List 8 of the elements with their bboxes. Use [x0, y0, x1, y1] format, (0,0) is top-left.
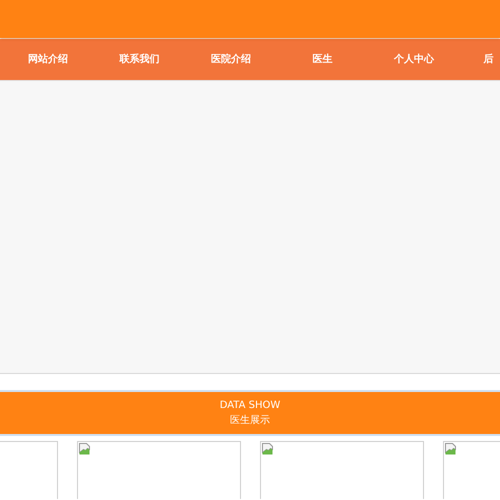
nav-link[interactable]: 医院介绍	[185, 39, 276, 80]
section-subtitle: 医生展示	[230, 414, 270, 428]
section-title: DATA SHOW	[220, 399, 280, 413]
nav-link[interactable]: 后	[484, 39, 494, 80]
nav-link[interactable]: 医生	[276, 39, 368, 80]
nav-link[interactable]: 个人中心	[368, 39, 460, 80]
nav-link[interactable]: 网站介绍	[2, 39, 94, 80]
nav-link[interactable]: 联系我们	[94, 39, 185, 80]
